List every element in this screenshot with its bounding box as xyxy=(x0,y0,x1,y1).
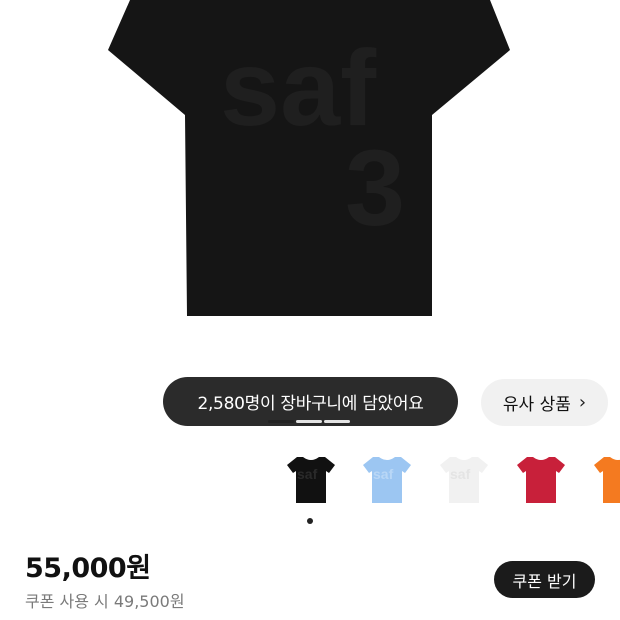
product-image[interactable]: saf 3 xyxy=(0,0,620,345)
chevron-right-icon: › xyxy=(578,392,587,413)
color-option-white[interactable]: saf xyxy=(436,453,492,505)
similar-products-button[interactable]: 유사 상품 › xyxy=(481,379,608,426)
tshirt-thumbnail xyxy=(594,457,620,503)
gallery-progress-segment-2 xyxy=(296,420,322,423)
svg-text:saf: saf xyxy=(450,466,471,482)
similar-products-label: 유사 상품 xyxy=(502,395,571,415)
get-coupon-label: 쿠폰 받기 xyxy=(512,571,577,591)
cart-count-banner: 2,580명이 장바구니에 담았어요 xyxy=(163,377,458,426)
color-option-light-blue[interactable]: saf xyxy=(359,453,415,505)
get-coupon-button[interactable]: 쿠폰 받기 xyxy=(494,561,595,598)
color-options: saf saf saf xyxy=(0,445,620,509)
svg-text:saf: saf xyxy=(373,466,394,482)
tshirt-thumbnail: saf xyxy=(287,457,335,503)
swatch-page-indicator xyxy=(307,518,313,524)
gallery-progress xyxy=(268,420,350,423)
tshirt-thumbnail: saf xyxy=(363,457,411,503)
gallery-progress-segment-1 xyxy=(268,420,294,423)
tshirt-thumbnail xyxy=(517,457,565,503)
coupon-price: 쿠폰 사용 시 49,500원 xyxy=(25,592,185,611)
tshirt-print-number: 3 xyxy=(345,127,405,248)
tshirt-thumbnail: saf xyxy=(440,457,488,503)
color-option-orange[interactable] xyxy=(590,453,620,505)
color-option-black[interactable]: saf xyxy=(283,453,339,505)
svg-text:saf: saf xyxy=(297,466,318,482)
cart-count-text: 2,580명이 장바구니에 담았어요 xyxy=(197,394,424,414)
tshirt-image: saf 3 xyxy=(108,0,510,316)
product-price: 55,000원 xyxy=(25,553,151,584)
gallery-progress-segment-3 xyxy=(324,420,350,423)
color-option-red[interactable] xyxy=(513,453,569,505)
